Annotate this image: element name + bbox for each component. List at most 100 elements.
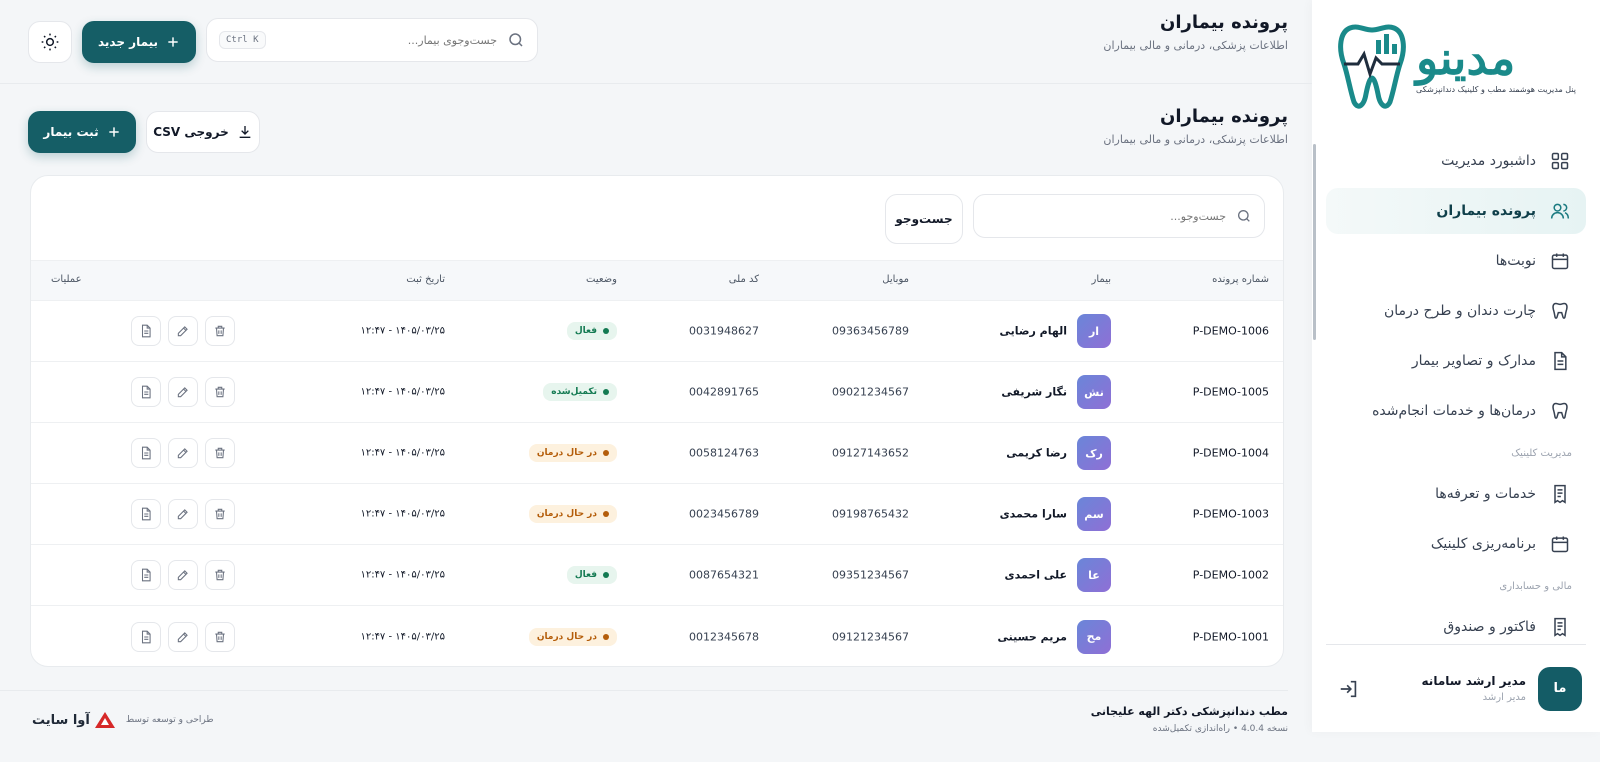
table-row[interactable]: P-DEMO-1002 عا علی احمدی 09351234567 0087654… [31, 545, 1283, 606]
status-dot-icon [603, 572, 609, 578]
column-header-mobile[interactable]: موبایل [882, 274, 909, 285]
sidebar-item-patients[interactable]: پرونده بیماران [1326, 188, 1586, 234]
user-profile[interactable]: ما مدیر ارشد سامانه مدیر ارشد [1326, 644, 1586, 732]
sidebar-item-label: برنامه‌ریزی کلینیک [1430, 536, 1536, 552]
global-search[interactable]: Ctrl K [206, 18, 538, 62]
topbar-subtitle: اطلاعات پزشکی، درمانی و مالی بیماران [1103, 39, 1288, 52]
logo-text: مدینو [1416, 30, 1516, 85]
export-csv-button[interactable]: خروجی CSV [146, 111, 260, 153]
document-icon [139, 446, 153, 460]
edit-button[interactable] [168, 438, 198, 468]
column-header-date[interactable]: تاریخ ثبت [406, 274, 445, 285]
patient-name[interactable]: نگار شریفی [1001, 386, 1067, 399]
edit-button[interactable] [168, 316, 198, 346]
footer: مطب دندانپزشکی دکتر الهه علیجانی نسخه 4.… [0, 690, 1288, 762]
trash-icon [213, 446, 227, 460]
delete-button[interactable] [205, 621, 235, 652]
file-number: P-DEMO-1005 [1192, 385, 1269, 399]
global-search-input[interactable] [275, 33, 497, 47]
add-patient-label: ثبت بیمار [43, 125, 99, 139]
sidebar-item-planning[interactable]: برنامه‌ریزی کلینیک [1326, 521, 1586, 567]
search-icon [509, 33, 523, 47]
view-file-button[interactable] [131, 316, 161, 346]
column-header-national-code[interactable]: کد ملی [729, 274, 759, 285]
view-file-button[interactable] [131, 377, 161, 407]
patient-mobile: 09351234567 [832, 568, 909, 582]
row-actions [131, 316, 235, 346]
delete-button[interactable] [205, 438, 235, 468]
delete-button[interactable] [205, 560, 235, 590]
table-row[interactable]: P-DEMO-1005 نش نگار شریفی 09021234567 004289… [31, 362, 1283, 423]
edit-button[interactable] [168, 499, 198, 529]
delete-button[interactable] [205, 499, 235, 529]
patient-name[interactable]: الهام رضایی [999, 325, 1067, 338]
download-icon [239, 126, 251, 138]
sidebar-item-services[interactable]: خدمات و تعرفه‌ها [1326, 471, 1586, 517]
logo[interactable]: مدینو پنل مدیریت هوشمند مطب و کلینیک دند… [1312, 0, 1600, 128]
edit-button[interactable] [168, 621, 198, 652]
sidebar-item-label: نوبت‌ها [1495, 253, 1536, 269]
sidebar: مدینو پنل مدیریت هوشمند مطب و کلینیک دند… [1312, 0, 1600, 732]
column-header-patient[interactable]: بیمار [1092, 274, 1111, 285]
pencil-icon [176, 385, 190, 399]
sidebar-item-appointments[interactable]: نوبت‌ها [1326, 238, 1586, 284]
table-search-input[interactable] [986, 209, 1226, 223]
tooth-icon [1552, 402, 1568, 419]
patient-name[interactable]: سارا محمدی [1000, 508, 1067, 521]
topbar-title: پرونده بیماران [1159, 12, 1288, 33]
sidebar-item-dental-chart[interactable]: چارت دندان و طرح درمان [1326, 288, 1586, 334]
edit-button[interactable] [168, 560, 198, 590]
sidebar-item-dashboard[interactable]: داشبورد مدیریت [1326, 138, 1586, 184]
status-dot-icon [603, 389, 609, 395]
delete-button[interactable] [205, 316, 235, 346]
edit-button[interactable] [168, 377, 198, 407]
patient-name[interactable]: مریم حسینی [998, 630, 1067, 643]
trash-icon [213, 630, 227, 644]
patient-name[interactable]: علی احمدی [1005, 569, 1067, 582]
status-badge: در حال درمان [528, 505, 617, 523]
file-number: P-DEMO-1004 [1192, 446, 1269, 460]
view-file-button[interactable] [131, 499, 161, 529]
view-file-button[interactable] [131, 438, 161, 468]
patient-mobile: 09121234567 [832, 630, 909, 643]
table-search[interactable] [973, 194, 1265, 238]
patient-name[interactable]: رضا کریمی [1006, 447, 1067, 460]
sidebar-scrollbar[interactable] [1313, 144, 1316, 340]
trash-icon [213, 568, 227, 582]
footer-credit: طراحی و توسعه توسط [125, 715, 214, 725]
table-row[interactable]: P-DEMO-1004 رک رضا کریمی 09127143652 0058124… [31, 423, 1283, 484]
table-row[interactable]: P-DEMO-1003 سم سارا محمدی 09198765432 002345… [31, 484, 1283, 545]
sidebar-item-documents[interactable]: مدارک و تصاویر بیمار [1326, 338, 1586, 384]
column-header-file[interactable]: شماره پرونده [1212, 274, 1269, 285]
delete-button[interactable] [205, 377, 235, 407]
pencil-icon [176, 507, 190, 521]
view-file-button[interactable] [131, 560, 161, 590]
patient-mobile: 09363456789 [832, 324, 909, 338]
column-header-status[interactable]: وضعیت [586, 274, 617, 285]
receipt-icon [1554, 617, 1566, 637]
status-text: تکمیل‌شده [551, 387, 597, 397]
table-row[interactable]: P-DEMO-1001 مح مریم حسینی 09121234567 001234… [31, 606, 1283, 666]
status-badge: فعال [566, 322, 617, 340]
new-patient-button[interactable]: بیمار جدید [82, 21, 196, 63]
status-dot-icon [603, 511, 609, 517]
document-icon [1554, 351, 1567, 371]
document-icon [139, 385, 153, 399]
theme-toggle-button[interactable] [28, 21, 72, 63]
patient-avatar: عا [1077, 558, 1111, 592]
add-patient-button[interactable]: ثبت بیمار [28, 111, 136, 153]
new-patient-label: بیمار جدید [97, 35, 159, 49]
calendar-icon [1551, 536, 1569, 553]
logout-icon[interactable] [1338, 678, 1360, 700]
sidebar-item-treatments[interactable]: درمان‌ها و خدمات انجام‌شده [1326, 388, 1586, 434]
plus-icon [108, 127, 119, 137]
view-file-button[interactable] [131, 621, 161, 652]
receipt-icon [1554, 484, 1566, 504]
footer-brand-link[interactable]: آوا سایت [32, 711, 116, 729]
file-number: P-DEMO-1002 [1192, 568, 1269, 582]
pencil-icon [176, 324, 190, 338]
topbar: پرونده بیماران اطلاعات پزشکی، درمانی و م… [0, 0, 1312, 84]
status-dot-icon [603, 328, 609, 334]
search-button[interactable]: جست‌وجو [885, 194, 963, 244]
table-row[interactable]: P-DEMO-1006 ار الهام رضایی 09363456789 00319… [31, 301, 1283, 362]
